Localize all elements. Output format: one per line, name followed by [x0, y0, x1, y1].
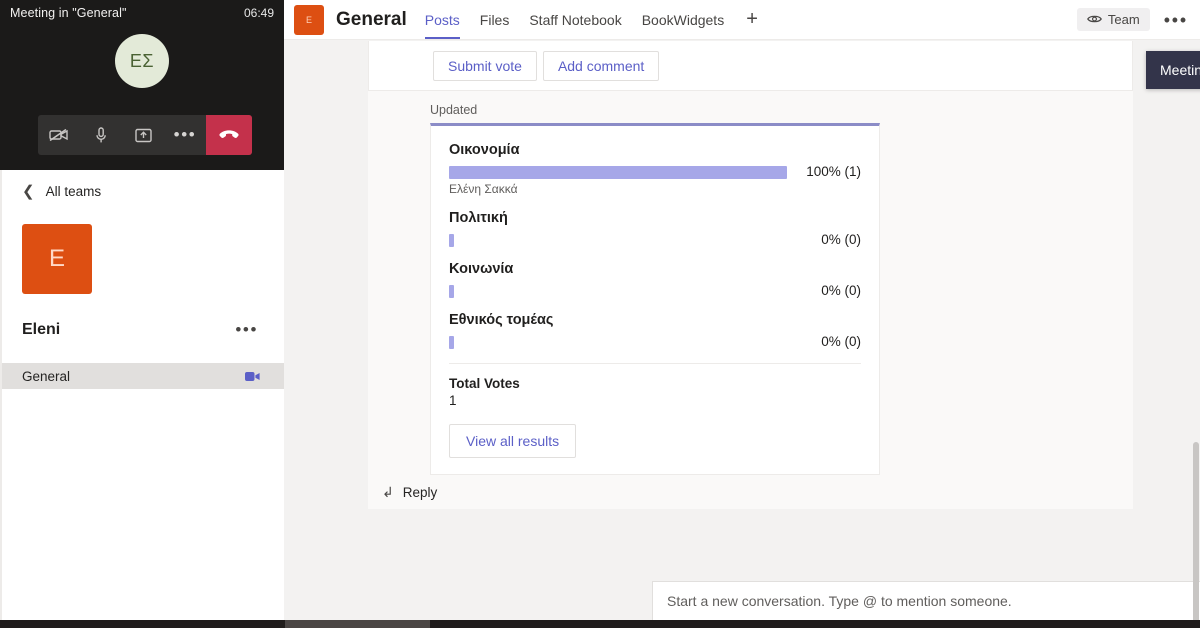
meeting-now-label: Meeting now — [1160, 62, 1200, 78]
new-conversation-input[interactable]: Start a new conversation. Type @ to ment… — [652, 581, 1200, 620]
channel-header: E General Posts Files Staff Notebook Boo… — [284, 0, 1200, 40]
reply-button[interactable]: ↲ Reply — [368, 475, 1133, 509]
header-more-options-icon[interactable]: ••• — [1164, 11, 1188, 29]
tab-bookwidgets[interactable]: BookWidgets — [642, 0, 724, 39]
meeting-topbar: Meeting in "General" 06:49 — [0, 0, 284, 22]
poll-bar-track — [449, 285, 787, 298]
poll-option-percent: 0% (0) — [821, 232, 861, 247]
poll-option-label: Οικονομία — [449, 142, 520, 158]
poll-results-card: Οικονομία 100% (1) Ελένη Σακκά Πολιτική — [430, 123, 880, 475]
poll-bar-fill — [449, 234, 454, 247]
main-area: E General Posts Files Staff Notebook Boo… — [284, 0, 1200, 620]
all-teams-label: All teams — [45, 183, 102, 199]
poll-bar-track — [449, 166, 787, 179]
poll-option-percent: 0% (0) — [821, 334, 861, 349]
meeting-now-banner: Meeting now Join — [1146, 51, 1200, 89]
team-avatar-tile[interactable]: E — [22, 224, 92, 294]
more-options-icon[interactable]: ••• — [164, 115, 206, 155]
teams-window: Meeting in "General" 06:49 ΕΣ ••• ❮ All … — [0, 0, 1200, 628]
poll-option-label: Κοινωνία — [449, 261, 514, 277]
poll-option-bar-row: 100% (1) — [449, 164, 861, 179]
chevron-left-icon: ❮ — [22, 182, 35, 200]
poll-option: Οικονομία 100% (1) Ελένη Σακκά — [449, 142, 861, 196]
call-controls-bar: ••• — [38, 115, 252, 155]
poll-actions-card: Submit vote Add comment — [368, 41, 1133, 91]
scrollbar-thumb[interactable] — [1193, 442, 1199, 620]
taskbar — [0, 620, 1200, 628]
meeting-panel: Meeting in "General" 06:49 ΕΣ ••• — [0, 0, 284, 170]
poll-bar-fill — [449, 336, 454, 349]
add-comment-button[interactable]: Add comment — [542, 50, 660, 81]
updated-label: Updated — [430, 103, 478, 117]
vertical-scrollbar[interactable] — [1192, 82, 1200, 620]
left-column-divider — [0, 170, 2, 620]
message-thread: Submit vote Add comment Updated Οικονομί… — [368, 41, 1133, 509]
meeting-title: Meeting in "General" — [10, 6, 127, 20]
eye-icon — [1086, 12, 1102, 27]
team-pill-label: Team — [1107, 12, 1140, 27]
poll-option: Πολιτική 0% (0) — [449, 210, 861, 247]
tab-staff-notebook[interactable]: Staff Notebook — [529, 0, 621, 39]
poll-bar-fill — [449, 285, 454, 298]
microphone-icon[interactable] — [80, 115, 122, 155]
channel-name: General — [22, 368, 71, 384]
tab-bar: Posts Files Staff Notebook BookWidgets + — [424, 0, 758, 39]
active-meeting-icon — [245, 371, 260, 382]
reply-label: Reply — [402, 484, 438, 500]
meeting-timer: 06:49 — [243, 6, 274, 20]
meeting-avatar-wrap: ΕΣ — [0, 34, 284, 88]
poll-option-voter: Ελένη Σακκά — [449, 182, 518, 196]
poll-divider — [449, 363, 861, 364]
add-tab-button[interactable]: + — [746, 8, 758, 31]
team-name: Eleni — [22, 321, 61, 338]
page-title: General — [336, 8, 407, 30]
left-column: Meeting in "General" 06:49 ΕΣ ••• ❮ All … — [0, 0, 284, 620]
camera-off-icon[interactable] — [38, 115, 80, 155]
poll-bar-fill — [449, 166, 787, 179]
team-name-row: Eleni ••• — [0, 317, 284, 343]
poll-option-percent: 100% (1) — [806, 164, 861, 179]
hang-up-icon[interactable] — [206, 115, 252, 155]
all-teams-back-button[interactable]: ❮ All teams — [0, 170, 284, 212]
poll-option-bar-row: 0% (0) — [449, 283, 861, 298]
poll-option-percent: 0% (0) — [821, 283, 861, 298]
poll-option-label: Εθνικός τομέας — [449, 312, 554, 328]
sidebar-item-general[interactable]: General — [0, 363, 284, 389]
poll-bar-track — [449, 234, 787, 247]
poll-option: Κοινωνία 0% (0) — [449, 261, 861, 298]
avatar: ΕΣ — [115, 34, 169, 88]
poll-option-label: Πολιτική — [449, 210, 508, 226]
poll-bar-track — [449, 336, 787, 349]
tab-files[interactable]: Files — [480, 0, 510, 39]
total-votes-value: 1 — [449, 393, 457, 408]
poll-option-bar-row: 0% (0) — [449, 334, 861, 349]
total-votes-label: Total Votes — [449, 376, 520, 391]
team-more-options-icon[interactable]: ••• — [235, 321, 258, 338]
share-screen-icon[interactable] — [122, 115, 164, 155]
view-all-results-button[interactable]: View all results — [449, 424, 577, 458]
taskbar-item[interactable] — [285, 620, 430, 628]
composer: Start a new conversation. Type @ to ment… — [652, 581, 1200, 620]
reply-arrow-icon: ↲ — [382, 483, 394, 500]
teams-pane: ❮ All teams E Eleni ••• General — [0, 170, 284, 620]
team-view-toggle[interactable]: Team — [1076, 8, 1150, 31]
conversation-pane: Submit vote Add comment Updated Οικονομί… — [284, 41, 1200, 620]
tab-posts[interactable]: Posts — [424, 0, 460, 39]
header-right: Team ••• — [1076, 8, 1188, 31]
composer-placeholder: Start a new conversation. Type @ to ment… — [667, 593, 1012, 609]
header-team-tile: E — [294, 4, 324, 35]
poll-option-bar-row: 0% (0) — [449, 232, 861, 247]
poll-option: Εθνικός τομέας 0% (0) — [449, 312, 861, 349]
submit-vote-button[interactable]: Submit vote — [433, 50, 537, 81]
